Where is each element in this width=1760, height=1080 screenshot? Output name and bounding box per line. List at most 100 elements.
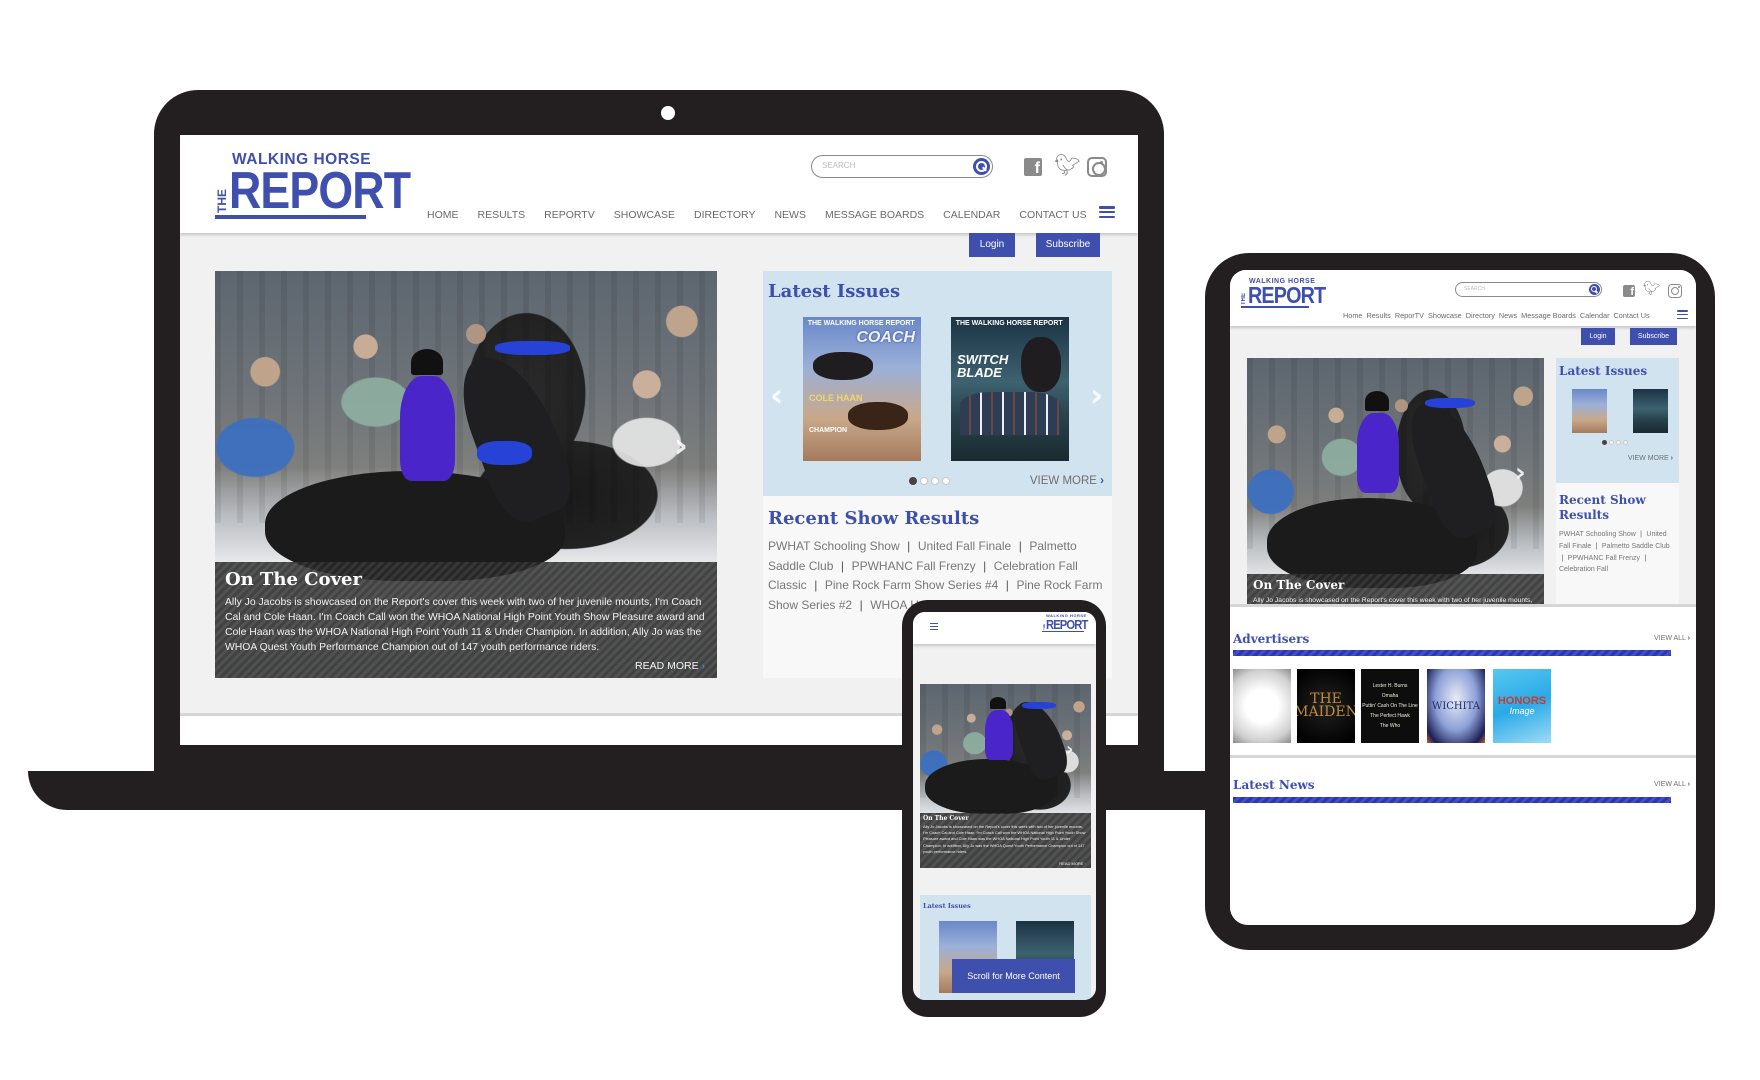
separator: | (814, 578, 818, 592)
twitter-icon[interactable]: 🐦︎ (1054, 153, 1081, 178)
tablet-nav-calendar[interactable]: Calendar (1580, 311, 1610, 320)
separator: | (1005, 578, 1009, 592)
tablet-nav-news[interactable]: News (1499, 311, 1517, 320)
tablet-magazine-cover-1[interactable] (1572, 389, 1607, 433)
tablet-screen: WALKING HORSE THE REPORT SEARCH .tablet-… (1230, 270, 1696, 925)
nav-contact-us[interactable]: CONTACT US (1019, 209, 1086, 221)
tablet-nav-reportv[interactable]: ReporTV (1395, 311, 1424, 320)
tablet-advertisers-section: Advertisers VIEW ALL › THE MAIDEN Lester … (1230, 607, 1696, 755)
subscribe-button[interactable]: Subscribe (1036, 233, 1100, 257)
main-nav: HOME RESULTS REPORTV SHOWCASE DIRECTORY … (427, 209, 1087, 221)
advertiser-tile-4[interactable]: WICHITA (1427, 669, 1485, 743)
magazine-cover-1[interactable]: THE WALKING HORSE REPORT COACH COLE HAAN… (803, 317, 921, 461)
tablet-search-input[interactable]: SEARCH (1455, 282, 1602, 297)
tablet-result-link[interactable]: Palmetto Saddle Club (1602, 543, 1670, 550)
news-view-all-link[interactable]: VIEW ALL › (1654, 781, 1690, 788)
cover-hero[interactable]: › On The Cover Ally Jo Jacobs is showcas… (215, 271, 717, 678)
tablet-instagram-icon[interactable] (1668, 284, 1682, 298)
phone-screen: WALKING HORSE THE REPORT › On The Cover … (913, 612, 1096, 1000)
laptop-result-link[interactable]: United Fall Finale (918, 539, 1011, 553)
tablet-nav-directory[interactable]: Directory (1466, 311, 1495, 320)
instagram-icon[interactable] (1087, 157, 1107, 177)
advertiser-tile-2[interactable]: THE MAIDEN (1297, 669, 1355, 743)
nav-calendar[interactable]: CALENDAR (943, 209, 1000, 221)
tablet-latest-issues-panel: Latest Issues VIEW MORE › (1556, 358, 1679, 483)
advertisers-title: Advertisers (1233, 632, 1310, 646)
recent-results-title: Recent Show Results (768, 508, 980, 529)
phone-read-more-link[interactable]: READ MORE › (1059, 861, 1086, 866)
separator: | (1561, 554, 1564, 562)
tablet-nav-results[interactable]: Results (1366, 311, 1390, 320)
facebook-icon[interactable]: f (1024, 158, 1042, 176)
tablet-results-list: PWHAT Schooling Show | United Fall Final… (1559, 529, 1674, 576)
separator: | (1018, 539, 1022, 553)
hero-next-arrow[interactable]: › (674, 426, 688, 466)
tablet-search-icon[interactable] (1589, 284, 1600, 295)
menu-icon[interactable] (1099, 206, 1115, 218)
magazine-cover-2[interactable]: THE WALKING HORSE REPORT SWITCH BLADE (951, 317, 1069, 461)
tablet-nav-contact-us[interactable]: Contact Us (1614, 311, 1650, 320)
phone-site-logo[interactable]: WALKING HORSE THE REPORT (1042, 614, 1094, 632)
scroll-for-more-button[interactable]: Scroll for More Content (952, 959, 1075, 993)
tablet-hero-next-arrow[interactable]: › (1515, 458, 1526, 488)
laptop-result-link[interactable]: PPWHANC Fall Frenzy (852, 559, 976, 573)
advertiser-tile-1[interactable] (1233, 669, 1291, 743)
cover-title: On The Cover (225, 569, 362, 590)
search-input[interactable]: SEARCH (811, 155, 993, 178)
search-icon[interactable] (973, 158, 990, 175)
latest-issues-panel: Latest Issues ‹ THE WALKING HORSE REPORT… (763, 271, 1112, 496)
site-logo[interactable]: WALKING HORSE THE REPORT (215, 152, 440, 219)
laptop-result-link[interactable]: PWHAT Schooling Show (768, 539, 900, 553)
phone-cover-hero[interactable]: › On The Cover Ally Jo Jacobs is showcas… (920, 684, 1091, 868)
tablet-nav-showcase[interactable]: Showcase (1428, 311, 1462, 320)
login-button[interactable]: Login (969, 233, 1015, 257)
tablet-facebook-icon[interactable]: f (1623, 285, 1635, 297)
issues-next-arrow[interactable]: › (1090, 376, 1103, 414)
separator: | (1640, 531, 1642, 538)
read-more-link[interactable]: READ MORE › (635, 660, 705, 672)
nav-showcase[interactable]: SHOWCASE (614, 209, 675, 221)
laptop-result-link[interactable]: Pine Rock Farm Show Series #4 (825, 578, 998, 592)
tablet-latest-news-section: Latest News VIEW ALL › (1230, 758, 1696, 925)
advertiser-tile-5[interactable]: HONORS Image (1493, 669, 1551, 743)
tablet-main-nav: Home Results ReporTV Showcase Directory … (1343, 311, 1650, 320)
separator: | (983, 558, 987, 573)
nav-news[interactable]: NEWS (774, 209, 806, 221)
latest-issues-title: Latest Issues (768, 281, 901, 302)
tablet-result-link[interactable]: Celebration Fall (1559, 566, 1608, 573)
tablet-twitter-icon[interactable]: 🐦︎ (1643, 281, 1661, 297)
tablet-view-more-issues-link[interactable]: VIEW MORE › (1628, 455, 1673, 462)
tablet-issues-dots[interactable] (1602, 440, 1628, 445)
advertisers-view-all-link[interactable]: VIEW ALL › (1654, 635, 1690, 642)
issues-prev-arrow[interactable]: ‹ (770, 376, 783, 414)
tablet-result-link[interactable]: PPWHANC Fall Frenzy (1568, 555, 1640, 562)
advertiser-tile-3[interactable]: Lester H. Burns Omaha Puttin' Cash On The … (1361, 669, 1419, 743)
separator: | (840, 558, 845, 573)
hero-rider (400, 376, 455, 481)
tablet-result-link[interactable]: PWHAT Schooling Show (1559, 531, 1636, 538)
tablet-site-logo[interactable]: WALKING HORSE THE REPORT (1241, 278, 1338, 308)
nav-results[interactable]: RESULTS (478, 209, 526, 221)
separator: | (1644, 554, 1647, 562)
cover-caption: On The Cover Ally Jo Jacobs is showcased… (215, 562, 717, 678)
cover-text: Ally Jo Jacobs is showcased on the Repor… (225, 597, 705, 653)
separator: | (907, 539, 911, 553)
phone-hero-next-arrow[interactable]: › (1066, 739, 1073, 760)
nav-directory[interactable]: DIRECTORY (694, 209, 755, 221)
nav-reportv[interactable]: REPORTV (544, 209, 595, 221)
tablet-magazine-cover-2[interactable] (1633, 389, 1668, 433)
laptop-webcam (661, 106, 675, 120)
separator: | (1595, 542, 1598, 550)
nav-message-boards[interactable]: MESSAGE BOARDS (825, 209, 924, 221)
tablet-menu-icon[interactable] (1677, 310, 1688, 319)
tablet-nav-home[interactable]: Home (1343, 311, 1362, 320)
tablet-cover-title: On The Cover (1253, 578, 1345, 592)
latest-news-title: Latest News (1233, 778, 1315, 792)
phone-menu-icon[interactable] (930, 623, 938, 630)
tablet-subscribe-button[interactable]: Subscribe (1630, 328, 1677, 345)
view-more-issues-link[interactable]: VIEW MORE › (1030, 475, 1104, 487)
issues-carousel-dots[interactable] (909, 477, 950, 485)
tablet-login-button[interactable]: Login (1581, 328, 1615, 345)
tablet-nav-message-boards[interactable]: Message Boards (1521, 311, 1576, 320)
nav-home[interactable]: HOME (427, 209, 459, 221)
